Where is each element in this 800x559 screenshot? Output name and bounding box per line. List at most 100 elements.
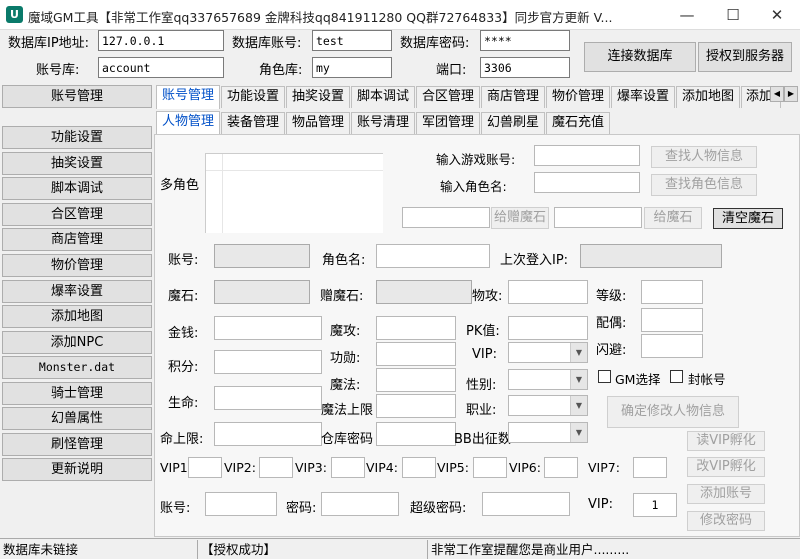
gm-select-checkbox[interactable]: [598, 370, 611, 383]
vip5-label: VIP5:: [437, 460, 469, 475]
read-vip-hatch-button[interactable]: 读VIP孵化: [687, 431, 765, 451]
confirm-modify-button[interactable]: 确定修改人物信息: [607, 396, 739, 428]
spouse-field[interactable]: [641, 308, 703, 332]
sidebar-item-account[interactable]: 账号管理: [2, 85, 152, 108]
maximize-icon[interactable]: ☐: [710, 0, 756, 30]
role-db-input[interactable]: my: [312, 57, 392, 78]
sidebar-item-knight[interactable]: 骑士管理: [2, 382, 152, 405]
multi-role-list[interactable]: [205, 153, 383, 233]
phys-attack-field[interactable]: [508, 280, 588, 304]
new-password-input[interactable]: [321, 492, 399, 516]
sidebar-item-npc[interactable]: 添加NPC: [2, 331, 152, 354]
db-password-input[interactable]: ****: [480, 30, 570, 51]
subtab-legion[interactable]: 军团管理: [416, 112, 480, 134]
tab-map[interactable]: 添加地图: [676, 86, 740, 108]
tab-account[interactable]: 账号管理: [156, 85, 220, 109]
find-role-button[interactable]: 查找角色信息: [651, 174, 757, 196]
bb-count-label: BB出征数: [454, 432, 511, 447]
account-field[interactable]: [214, 244, 310, 268]
stone-field[interactable]: [214, 280, 310, 304]
life-field[interactable]: [214, 386, 322, 410]
db-account-input[interactable]: test: [312, 30, 392, 51]
pk-field[interactable]: [508, 316, 588, 340]
give-stone-button[interactable]: 给魔石: [644, 207, 702, 229]
profession-select[interactable]: ▼: [508, 395, 588, 416]
close-icon[interactable]: ✕: [754, 0, 800, 30]
gift-stone-amount-input[interactable]: [402, 207, 490, 228]
max-life-field[interactable]: [214, 422, 322, 446]
tab-price[interactable]: 物价管理: [546, 86, 610, 108]
new-account-input[interactable]: [205, 492, 277, 516]
ban-account-checkbox[interactable]: [670, 370, 683, 383]
sidebar-item-map[interactable]: 添加地图: [2, 305, 152, 328]
gender-select[interactable]: ▼: [508, 369, 588, 390]
give-gift-stone-button[interactable]: 给赠魔石: [491, 207, 549, 229]
points-field[interactable]: [214, 350, 322, 374]
tab-scroll-left-icon[interactable]: ◀: [770, 86, 784, 102]
authorize-server-button[interactable]: 授权到服务器: [698, 42, 792, 72]
super-password-input[interactable]: [482, 492, 570, 516]
acct-db-input[interactable]: account: [98, 57, 224, 78]
game-account-input[interactable]: [534, 145, 640, 166]
tab-function[interactable]: 功能设置: [221, 86, 285, 108]
add-account-button[interactable]: 添加账号: [687, 484, 765, 504]
subtab-account-cleanup[interactable]: 账号清理: [351, 112, 415, 134]
vip5-input[interactable]: [473, 457, 507, 478]
vip7-input[interactable]: [633, 457, 667, 478]
sidebar-item-changelog[interactable]: 更新说明: [2, 458, 152, 481]
sidebar-item-pet[interactable]: 幻兽属性: [2, 407, 152, 430]
stone-amount-input[interactable]: [554, 207, 642, 228]
vip6-input[interactable]: [544, 457, 578, 478]
subtab-stone-recharge[interactable]: 魔石充值: [546, 112, 610, 134]
vip3-input[interactable]: [331, 457, 365, 478]
sidebar-item-monster[interactable]: Monster.dat: [2, 356, 152, 379]
connect-db-button[interactable]: 连接数据库: [584, 42, 696, 72]
tab-shop[interactable]: 商店管理: [481, 86, 545, 108]
last-ip-field[interactable]: [580, 244, 722, 268]
mana-field[interactable]: [376, 368, 456, 392]
max-mana-field[interactable]: [376, 394, 456, 418]
vip-select[interactable]: ▼: [508, 342, 588, 363]
magic-attack-field[interactable]: [376, 316, 456, 340]
change-vip-hatch-button[interactable]: 改VIP孵化: [687, 457, 765, 477]
sidebar-item-merge[interactable]: 合区管理: [2, 203, 152, 226]
app-icon: U: [6, 6, 23, 23]
change-password-button[interactable]: 修改密码: [687, 511, 765, 531]
tab-lottery[interactable]: 抽奖设置: [286, 86, 350, 108]
sidebar-item-function[interactable]: 功能设置: [2, 126, 152, 149]
role-name-input[interactable]: [534, 172, 640, 193]
port-input[interactable]: 3306: [480, 57, 570, 78]
subtab-character[interactable]: 人物管理: [156, 111, 220, 135]
sidebar-item-script[interactable]: 脚本调试: [2, 177, 152, 200]
bb-count-select[interactable]: ▼: [508, 422, 588, 443]
gold-field[interactable]: [214, 316, 322, 340]
tab-scroll-right-icon[interactable]: ▶: [784, 86, 798, 102]
vip4-input[interactable]: [402, 457, 436, 478]
vip2-input[interactable]: [259, 457, 293, 478]
subtab-items[interactable]: 物品管理: [286, 112, 350, 134]
merit-field[interactable]: [376, 342, 456, 366]
tab-droprate[interactable]: 爆率设置: [611, 86, 675, 108]
tab-script[interactable]: 脚本调试: [351, 86, 415, 108]
role-name-field[interactable]: [376, 244, 490, 268]
tab-merge[interactable]: 合区管理: [416, 86, 480, 108]
find-person-button[interactable]: 查找人物信息: [651, 146, 757, 168]
dodge-field[interactable]: [641, 334, 703, 358]
sidebar-item-spawn[interactable]: 刷怪管理: [2, 433, 152, 456]
gift-stone-field[interactable]: [376, 280, 472, 304]
sidebar-item-lottery[interactable]: 抽奖设置: [2, 152, 152, 175]
vip1-input[interactable]: [188, 457, 222, 478]
subtab-equipment[interactable]: 装备管理: [221, 112, 285, 134]
minimize-icon[interactable]: —: [664, 0, 710, 30]
sidebar-item-shop[interactable]: 商店管理: [2, 228, 152, 251]
db-password-label: 数据库密码:: [400, 36, 470, 51]
level-field[interactable]: [641, 280, 703, 304]
db-ip-input[interactable]: 127.0.0.1: [98, 30, 224, 51]
subtab-pet-star[interactable]: 幻兽刷星: [481, 112, 545, 134]
sidebar-item-droprate[interactable]: 爆率设置: [2, 280, 152, 303]
mana-label: 魔法:: [330, 378, 361, 393]
warehouse-password-field[interactable]: [376, 422, 456, 446]
new-vip-input[interactable]: 1: [633, 493, 677, 517]
clear-stone-button[interactable]: 清空魔石: [713, 208, 783, 229]
sidebar-item-price[interactable]: 物价管理: [2, 254, 152, 277]
